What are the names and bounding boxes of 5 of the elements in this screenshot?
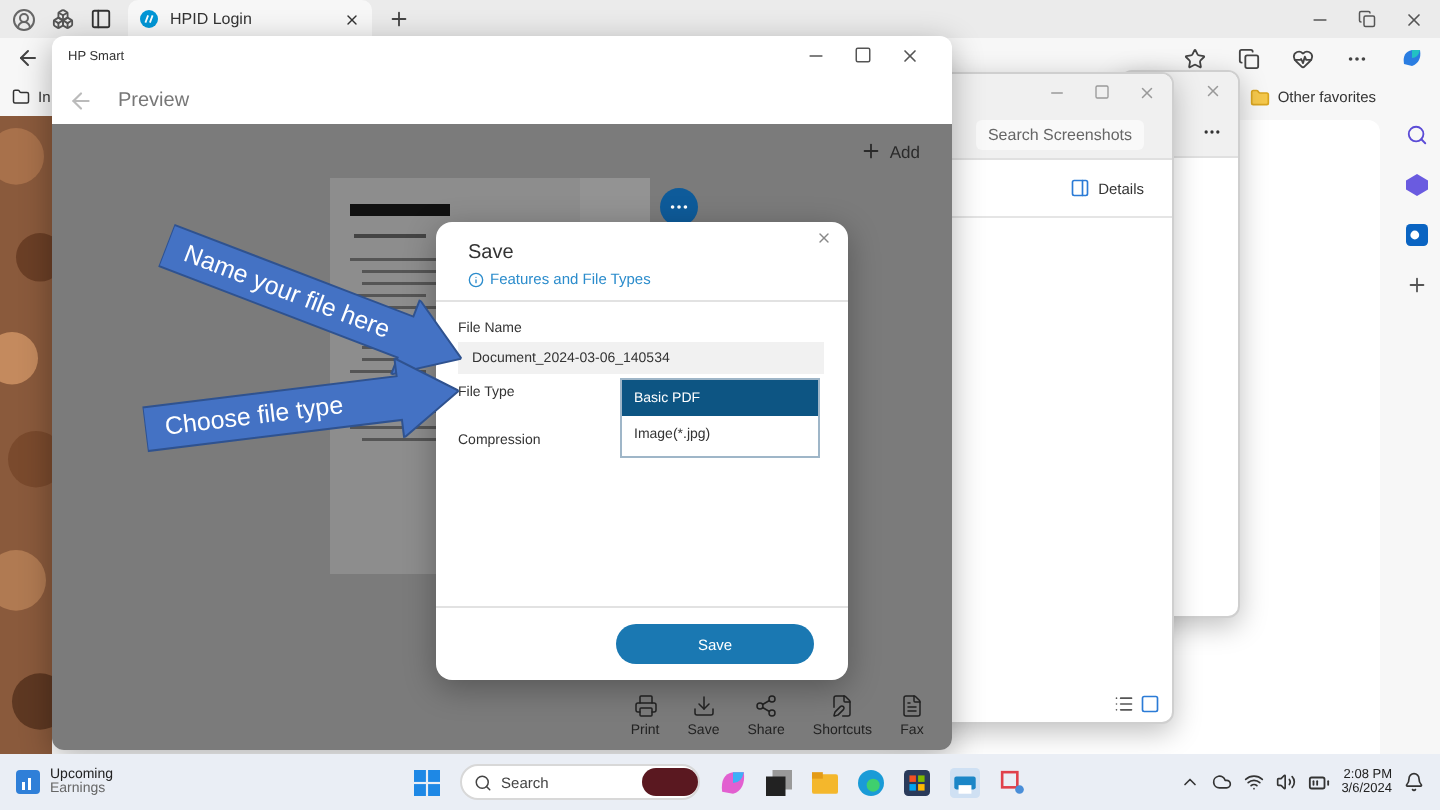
tab-title: HPID Login [170, 10, 252, 28]
page-title: Preview [118, 89, 190, 111]
dialog-title: Save [468, 242, 516, 264]
search-field[interactable]: Search Screenshots [975, 119, 1144, 149]
browser-tab[interactable]: HPID Login [128, 0, 372, 38]
